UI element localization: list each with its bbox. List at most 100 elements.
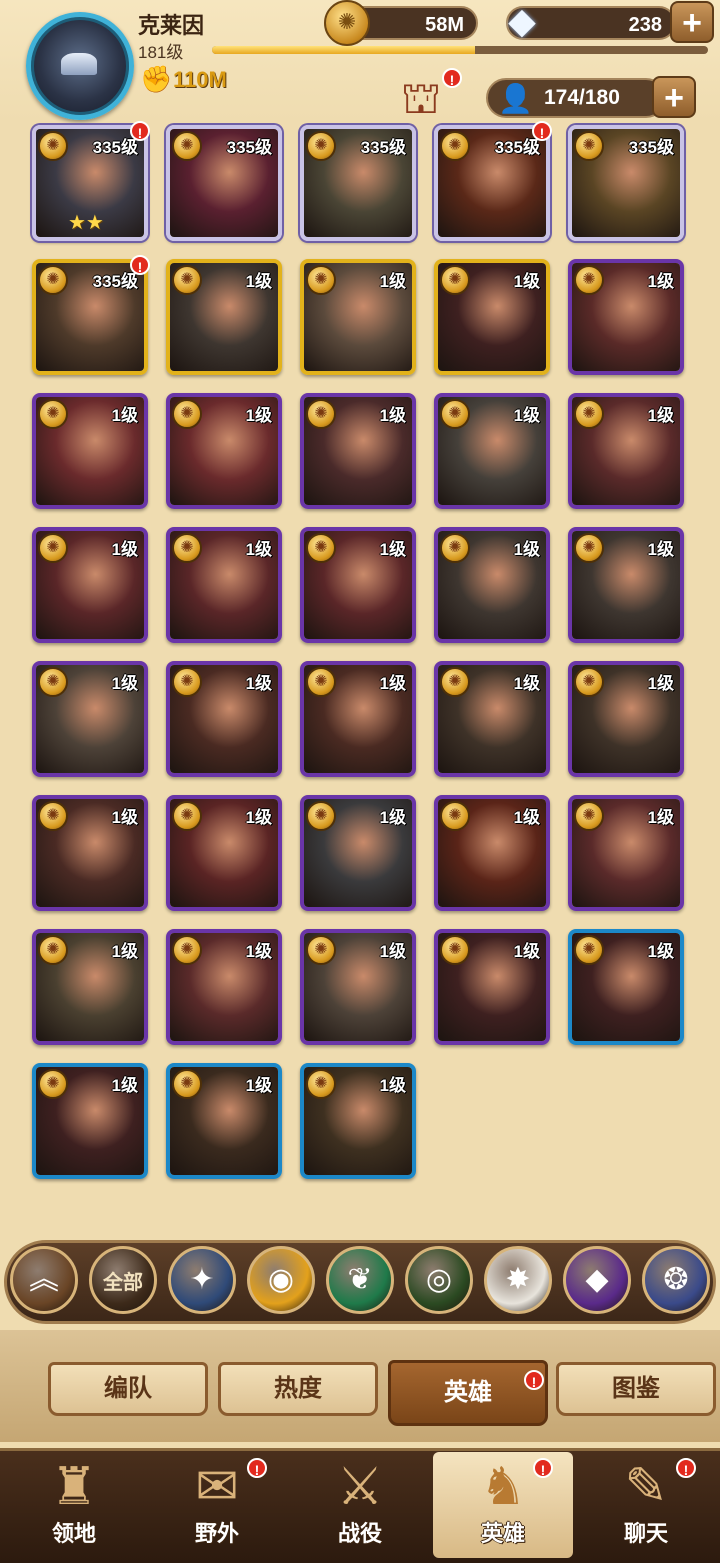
faction-badge-icon: ✺: [440, 399, 470, 429]
hero-card[interactable]: ✺ 335级: [434, 125, 550, 241]
diamond-icon: ◆: [508, 0, 536, 41]
hero-card[interactable]: ✺ 1级: [300, 259, 416, 375]
hero-level: 1级: [379, 674, 406, 693]
fist-icon: ✊: [140, 64, 173, 94]
hero-card[interactable]: ✺ 1级: [568, 393, 684, 509]
player-avatar[interactable]: [26, 12, 134, 120]
nav-label: 聊天: [623, 1521, 668, 1546]
hero-card[interactable]: ✺ 1级: [434, 393, 550, 509]
hero-level: 1级: [513, 272, 540, 291]
hero-level: 1级: [111, 406, 138, 425]
add-gems-button[interactable]: +: [670, 1, 714, 43]
hero-level: 1级: [647, 540, 674, 559]
hero-card[interactable]: ✺ 1级: [568, 259, 684, 375]
player-name: 克莱因: [138, 13, 205, 38]
hero-card[interactable]: ✺ 1级: [568, 929, 684, 1045]
hero-card[interactable]: ✺ 1级: [568, 795, 684, 911]
nav-alert-badge: !: [676, 1458, 696, 1478]
nav-castle[interactable]: ♜ 领地: [4, 1452, 144, 1558]
hero-card[interactable]: ✺ 1级: [300, 527, 416, 643]
filter-celestial-button[interactable]: ✸: [484, 1246, 552, 1314]
filter-wilder-button[interactable]: ❦: [326, 1246, 394, 1314]
hero-level: 1级: [111, 942, 138, 961]
hero-card[interactable]: ✺ 1级: [434, 259, 550, 375]
hero-level: 1级: [379, 1076, 406, 1095]
hero-card[interactable]: ✺ 1级: [434, 929, 550, 1045]
subtab-0[interactable]: 编队: [48, 1362, 208, 1416]
hero-capacity: 👤 174/180: [486, 78, 666, 118]
white-star-icon: ✸: [505, 1263, 531, 1296]
hero-card[interactable]: ✺ 335级 ★★: [32, 125, 148, 241]
hero-card[interactable]: ✺ 1级: [434, 795, 550, 911]
faction-badge-icon: ✺: [38, 801, 68, 831]
hero-card[interactable]: ✺ 1级: [32, 795, 148, 911]
hero-card[interactable]: ✺ 1级: [166, 527, 282, 643]
hero-card[interactable]: ✺ 1级: [166, 259, 282, 375]
chat-bubble-icon: ✎: [624, 1458, 668, 1516]
hero-card[interactable]: ✺ 1级: [166, 1063, 282, 1179]
faction-badge-icon: ✺: [574, 399, 604, 429]
nav-label: 战役: [337, 1521, 382, 1546]
hero-card[interactable]: ✺ 1级: [568, 661, 684, 777]
hero-level: 1级: [379, 808, 406, 827]
subtab-3[interactable]: 图鉴: [556, 1362, 716, 1416]
nav-alert-badge: !: [247, 1458, 267, 1478]
subtab-alert-badge: !: [524, 1370, 544, 1390]
hero-card[interactable]: ✺ 1级: [166, 393, 282, 509]
hero-card[interactable]: ✺ 335级: [166, 125, 282, 241]
hero-card[interactable]: ✺ 1级: [32, 929, 148, 1045]
hero-card[interactable]: ✺ 1级: [300, 393, 416, 509]
nav-sword-shield[interactable]: ⚔ 战役: [290, 1452, 430, 1558]
hero-card[interactable]: ✺ 1级: [166, 929, 282, 1045]
hero-card[interactable]: ✺ 335级: [568, 125, 684, 241]
hero-level: 1级: [513, 540, 540, 559]
compass-star-icon: ✦: [189, 1263, 215, 1296]
hero-card[interactable]: ✺ 1级: [300, 1063, 416, 1179]
faction-badge-icon: ✺: [172, 399, 202, 429]
hero-card[interactable]: ✺ 1级: [300, 795, 416, 911]
faction-badge-icon: ✺: [574, 131, 604, 161]
hero-level: 1级: [245, 272, 272, 291]
hero-card[interactable]: ✺ 335级: [32, 259, 148, 375]
filter-lightbearer-button[interactable]: ✦: [168, 1246, 236, 1314]
expand-capacity-button[interactable]: +: [652, 76, 696, 118]
nav-label: 领地: [51, 1521, 96, 1546]
hero-card[interactable]: ✺ 1级: [32, 527, 148, 643]
hero-card[interactable]: ✺ 335级: [300, 125, 416, 241]
filter-all-button[interactable]: 全部: [89, 1246, 157, 1314]
hero-level: 1级: [513, 406, 540, 425]
filter-hypogean-button[interactable]: ◆: [563, 1246, 631, 1314]
hero-level: 335级: [360, 138, 406, 157]
filter-mauler-button[interactable]: ◉: [247, 1246, 315, 1314]
hero-card[interactable]: ✺ 1级: [300, 929, 416, 1045]
hero-card[interactable]: ✺ 1级: [32, 393, 148, 509]
hero-level: 1级: [513, 674, 540, 693]
filter-all-up-button[interactable]: ︽: [10, 1246, 78, 1314]
hero-level: 1级: [647, 406, 674, 425]
filter-dimensional-button[interactable]: ❂: [642, 1246, 710, 1314]
hero-card[interactable]: ✺ 1级: [166, 795, 282, 911]
hero-alert-badge: !: [532, 121, 552, 141]
hero-card[interactable]: ✺ 1级: [434, 527, 550, 643]
subtab-2[interactable]: 英雄: [388, 1360, 548, 1426]
faction-badge-icon: ✺: [440, 131, 470, 161]
hero-level: 1级: [647, 674, 674, 693]
purple-crystal-icon: ◆: [585, 1263, 609, 1296]
faction-badge-icon: ✺: [306, 533, 336, 563]
hero-level: 1级: [245, 1076, 272, 1095]
faction-badge-icon: ✺: [440, 265, 470, 295]
hero-card[interactable]: ✺ 1级: [434, 661, 550, 777]
faction-badge-icon: ✺: [306, 667, 336, 697]
hero-card[interactable]: ✺ 1级: [166, 661, 282, 777]
hero-level: 1级: [379, 540, 406, 559]
resonating-crystal-icon[interactable]: ⛫: [392, 74, 450, 124]
subtab-1[interactable]: 热度: [218, 1362, 378, 1416]
hero-card[interactable]: ✺ 1级: [300, 661, 416, 777]
hero-card[interactable]: ✺ 1级: [32, 1063, 148, 1179]
hero-level: 335级: [226, 138, 272, 157]
faction-badge-icon: ✺: [440, 667, 470, 697]
faction-badge-icon: ✺: [172, 935, 202, 965]
hero-card[interactable]: ✺ 1级: [568, 527, 684, 643]
hero-card[interactable]: ✺ 1级: [32, 661, 148, 777]
filter-graveborn-button[interactable]: ◎: [405, 1246, 473, 1314]
